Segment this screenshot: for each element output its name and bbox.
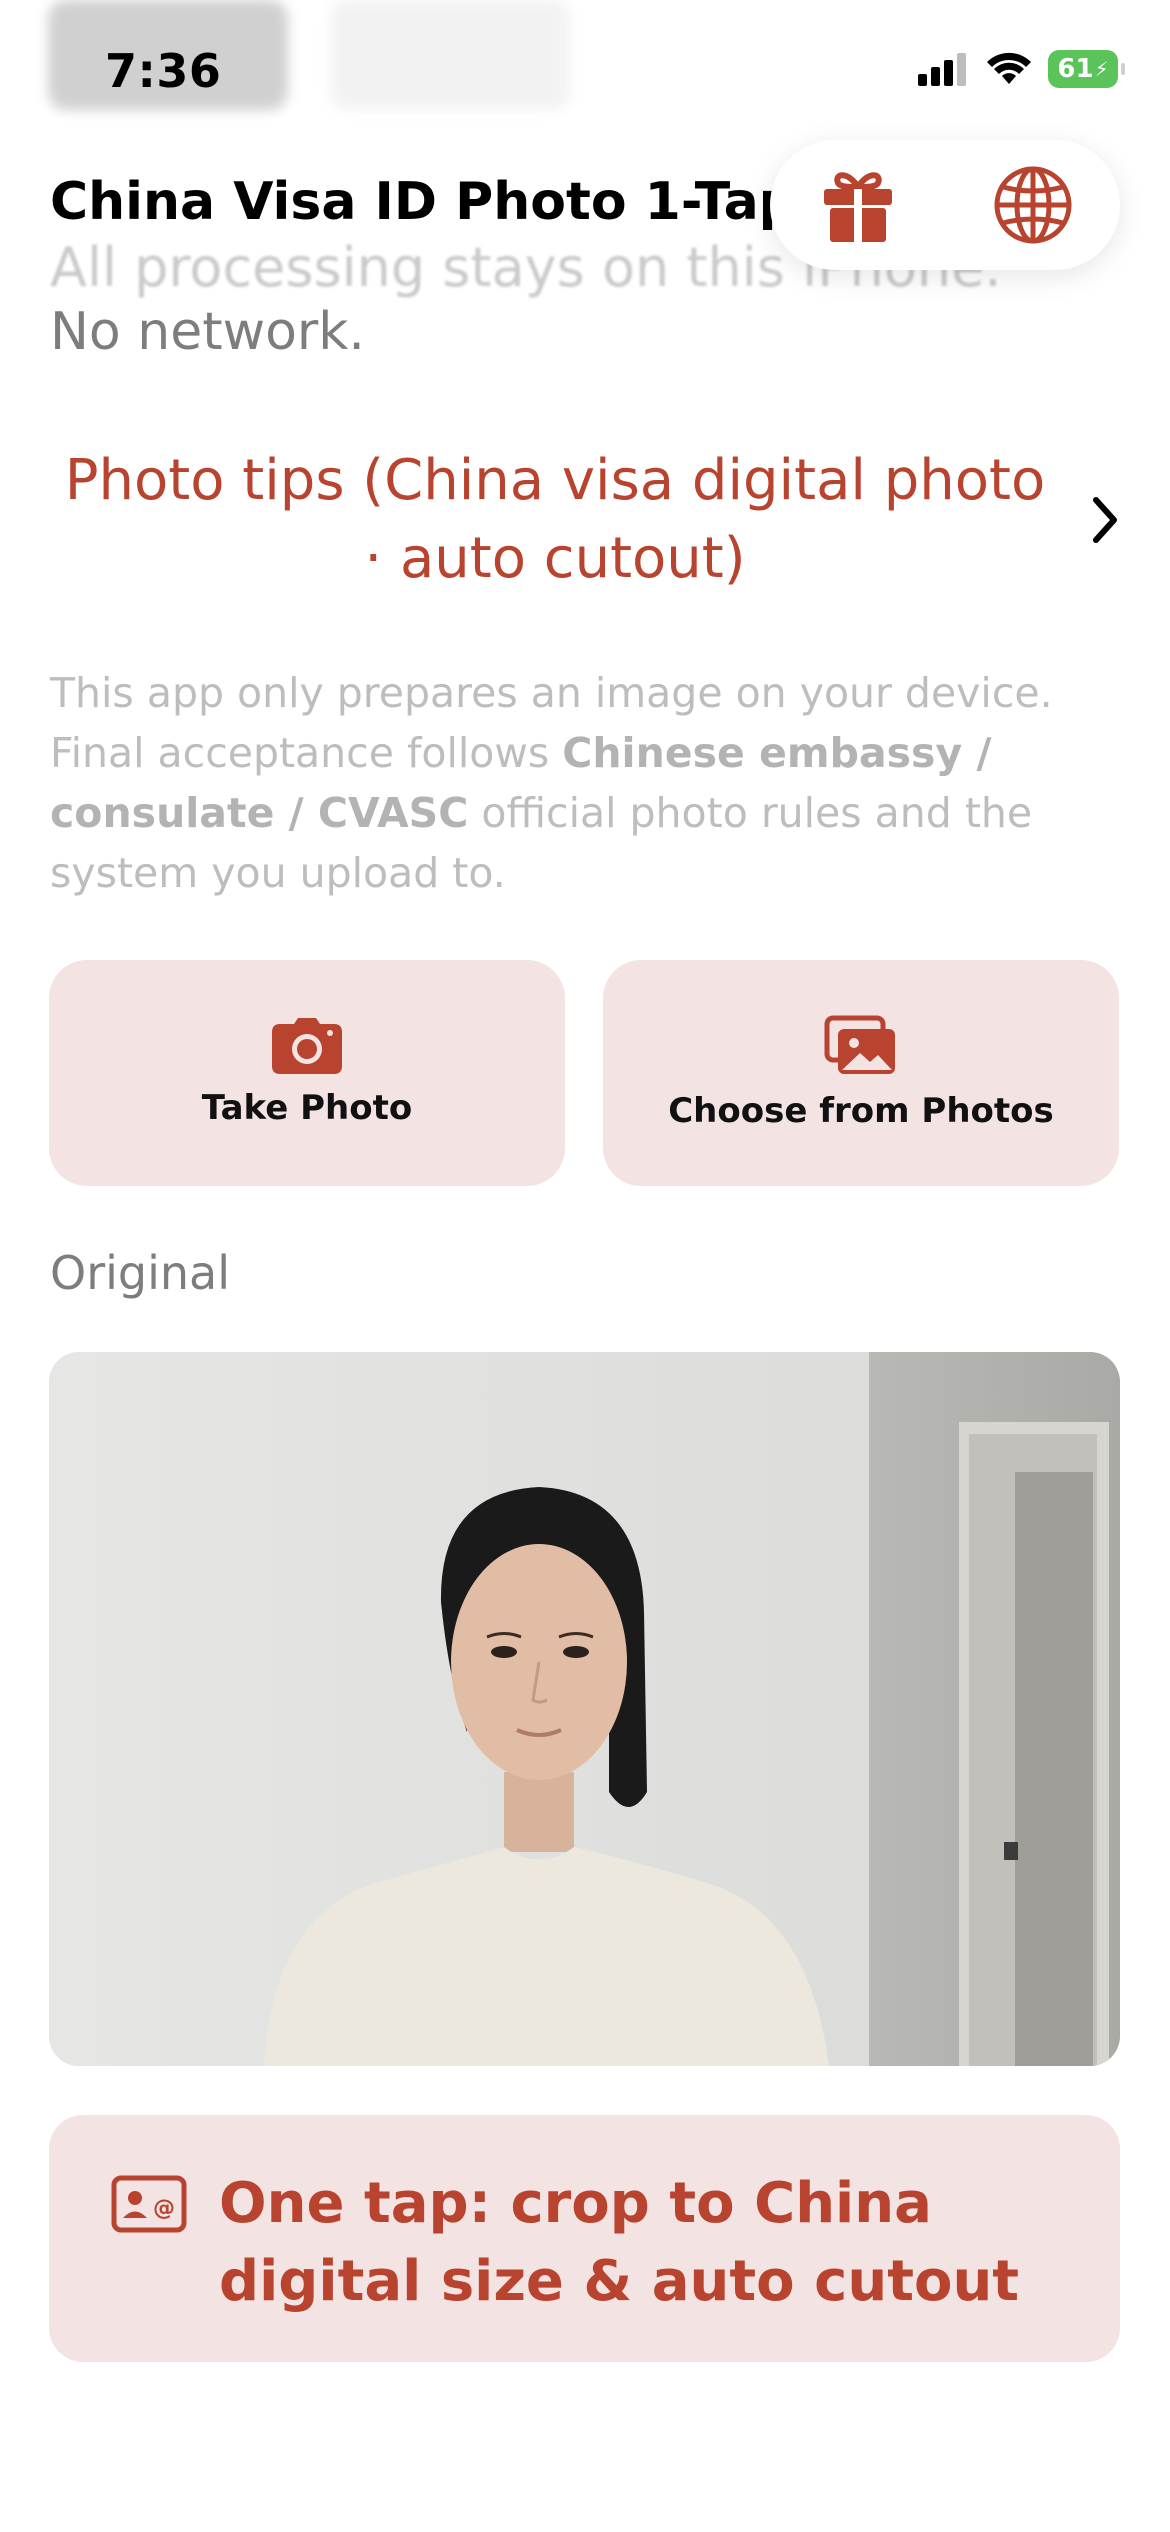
battery-indicator: 61 ⚡ <box>1048 50 1125 88</box>
status-bar: 7:36 61 ⚡ <box>0 0 1170 150</box>
charging-bolt-icon: ⚡ <box>1094 57 1109 81</box>
status-time: 7:36 <box>105 44 222 98</box>
id-card-icon: @ <box>111 2175 187 2233</box>
svg-text:@: @ <box>153 2196 175 2221</box>
gift-button[interactable] <box>803 150 913 260</box>
network-status: No network. <box>50 302 365 362</box>
choose-photos-button[interactable]: Choose from Photos <box>603 960 1119 1186</box>
battery-level: 61 <box>1057 54 1094 84</box>
language-button[interactable] <box>978 150 1088 260</box>
header-actions <box>770 140 1120 270</box>
app-title: China Visa ID Photo 1-Tap <box>50 172 796 232</box>
take-photo-button[interactable]: Take Photo <box>49 960 565 1186</box>
gift-icon <box>823 172 892 242</box>
wifi-icon <box>987 52 1031 84</box>
take-photo-label: Take Photo <box>201 1088 413 1128</box>
portrait-photo-image <box>49 1352 1120 2066</box>
original-photo[interactable] <box>49 1352 1120 2066</box>
crop-and-cutout-label: One tap: crop to China digital size & au… <box>219 2171 1020 2314</box>
disclaimer-text: This app only prepares an image on your … <box>50 663 1090 903</box>
crop-and-cutout-button[interactable]: @ One tap: crop to China digital size & … <box>49 2115 1120 2362</box>
photo-tips-link[interactable]: Photo tips (China visa digital photo · a… <box>50 440 1120 600</box>
choose-photos-label: Choose from Photos <box>668 1091 1054 1131</box>
original-section-label: Original <box>50 1246 231 1300</box>
globe-icon <box>994 166 1071 244</box>
photo-tips-label: Photo tips (China visa digital photo · a… <box>64 448 1046 591</box>
camera-icon <box>272 1018 342 1074</box>
cellular-signal-icon <box>918 53 966 86</box>
photo-library-icon <box>824 1015 895 1074</box>
status-indicators: 61 ⚡ <box>918 50 1125 88</box>
chevron-right-icon <box>1060 496 1120 544</box>
